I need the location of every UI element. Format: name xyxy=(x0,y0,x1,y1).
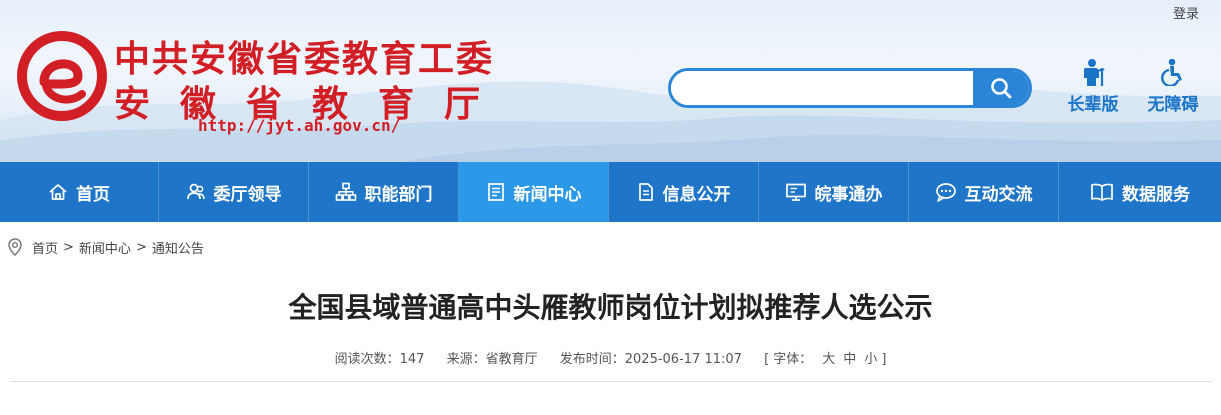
nav-item-interaction[interactable]: 互动交流 xyxy=(909,162,1059,222)
nav-item-label: 互动交流 xyxy=(964,184,1033,205)
article-title: 全国县域普通高中头雁教师岗位计划拟推荐人选公示 xyxy=(288,291,933,324)
publish-time: 2025-06-17 11:07 xyxy=(624,352,742,367)
search-icon xyxy=(991,78,1012,99)
nav-item-leaders[interactable]: 委厅领导 xyxy=(159,162,309,222)
views-meta: 阅读次数：147 xyxy=(335,352,425,367)
font-size-control: [ 字体： 大中小] xyxy=(764,352,886,367)
breadcrumb-home[interactable]: 首页 xyxy=(32,238,58,257)
meta-divider xyxy=(10,381,1211,382)
nav-item-news[interactable]: 新闻中心 xyxy=(459,162,609,222)
nav-item-departments[interactable]: 职能部门 xyxy=(309,162,459,222)
document-icon xyxy=(638,183,653,201)
source-label: 来源： xyxy=(446,352,486,367)
nav-item-label: 数据服务 xyxy=(1122,184,1190,205)
chat-icon xyxy=(935,183,956,202)
breadcrumb-separator: > xyxy=(135,239,147,255)
views-label: 阅读次数： xyxy=(334,352,400,367)
education-logo-icon xyxy=(17,31,107,121)
location-pin-icon xyxy=(8,238,22,256)
nav-item-info-disclosure[interactable]: 信息公开 xyxy=(609,162,759,222)
nav-item-label: 新闻中心 xyxy=(513,184,582,205)
main-nav: 首页 委厅领导 职能部门 新闻中心 信息公开 皖事通办 互动交流 数据服务 xyxy=(0,162,1221,222)
login-link[interactable]: 登录 xyxy=(1173,3,1199,22)
source-value: 省教育厅 xyxy=(485,352,538,367)
publish-label: 发布时间： xyxy=(559,352,625,367)
nav-item-label: 委厅领导 xyxy=(213,184,282,205)
font-size-prefix: [ 字体： xyxy=(764,352,813,367)
org-chart-icon xyxy=(335,182,356,201)
elder-mode-label: 长辈版 xyxy=(1067,95,1119,115)
publish-meta: 发布时间：2025-06-17 11:07 xyxy=(560,352,742,367)
home-icon xyxy=(49,184,67,200)
monitor-icon xyxy=(785,183,806,201)
accessibility-icon xyxy=(1161,58,1182,86)
font-size-small-button[interactable]: 小 xyxy=(864,352,877,367)
breadcrumb: 首页 > 新闻中心 > 通知公告 xyxy=(8,237,204,257)
nav-item-label: 职能部门 xyxy=(364,184,433,205)
search-box xyxy=(668,68,1032,108)
font-size-large-button[interactable]: 大 xyxy=(822,352,835,367)
font-size-suffix: ] xyxy=(881,352,887,367)
search-input[interactable] xyxy=(671,71,976,105)
nav-item-label: 皖事通办 xyxy=(814,184,883,205)
accessibility-label: 无障碍 xyxy=(1147,95,1199,115)
news-icon xyxy=(487,183,504,201)
elder-mode-button[interactable]: 长辈版 xyxy=(1058,58,1128,115)
font-size-medium-button[interactable]: 中 xyxy=(843,352,856,367)
elder-icon xyxy=(1084,59,1105,86)
breadcrumb-news[interactable]: 新闻中心 xyxy=(79,238,131,257)
article-meta: 阅读次数：147 来源：省教育厅 发布时间：2025-06-17 11:07 [… xyxy=(0,348,1221,367)
nav-item-services[interactable]: 皖事通办 xyxy=(759,162,909,222)
nav-item-label: 信息公开 xyxy=(662,184,731,205)
header-banner: 登录 中共安徽省委教育工委 安徽省教育厅 http://jyt.ah.gov.c… xyxy=(0,0,1221,162)
leaders-icon xyxy=(186,183,205,200)
accessibility-button[interactable]: 无障碍 xyxy=(1138,58,1208,115)
site-url: http://jyt.ah.gov.cn/ xyxy=(198,116,401,135)
source-meta: 来源：省教育厅 xyxy=(447,352,538,367)
breadcrumb-separator: > xyxy=(63,239,74,255)
nav-item-home[interactable]: 首页 xyxy=(0,162,159,222)
search-button[interactable] xyxy=(973,71,1029,105)
book-icon xyxy=(1091,183,1113,201)
views-count: 147 xyxy=(399,352,425,367)
nav-item-label: 首页 xyxy=(76,184,110,205)
nav-item-data-services[interactable]: 数据服务 xyxy=(1059,162,1221,222)
breadcrumb-notices[interactable]: 通知公告 xyxy=(152,238,204,257)
